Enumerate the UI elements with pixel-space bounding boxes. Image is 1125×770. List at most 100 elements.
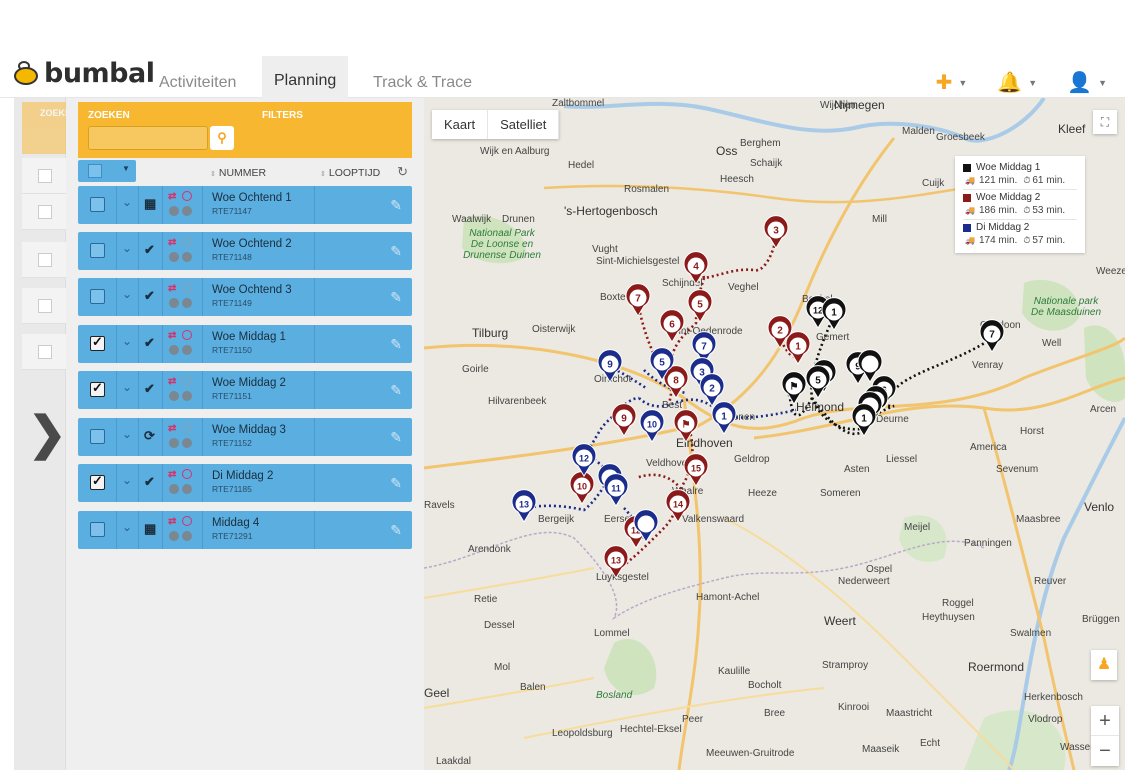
route-icon[interactable] xyxy=(182,283,192,293)
map-type-kaart[interactable]: Kaart xyxy=(432,110,489,139)
stop-marker[interactable]: 15 xyxy=(683,453,709,487)
route-row[interactable]: ⌄ ✔ ⇄ Woe Ochtend 2 RTE71148 ✎ xyxy=(78,232,412,270)
stop-marker[interactable]: 14 xyxy=(665,489,691,523)
chevron-down-icon[interactable]: ⌄ xyxy=(122,195,132,209)
swap-icon[interactable]: ⇄ xyxy=(168,191,176,202)
user-menu[interactable]: 👤 ▼ xyxy=(1067,70,1107,95)
info-icon[interactable] xyxy=(182,391,192,401)
route-row[interactable]: ⌄ ✔ ⇄ Woe Middag 1 RTE71150 ✎ xyxy=(78,325,412,363)
refresh-icon[interactable]: ↻ xyxy=(397,164,408,180)
stop-marker[interactable]: 1 xyxy=(711,401,737,435)
stop-marker[interactable]: 11 xyxy=(603,473,629,507)
route-row[interactable]: ⌄ ✔ ⇄ Di Middag 2 RTE71185 ✎ xyxy=(78,464,412,502)
minus-icon[interactable] xyxy=(169,391,179,401)
stop-marker[interactable]: 9 xyxy=(611,403,637,437)
chevron-down-icon[interactable]: ⌄ xyxy=(122,287,132,301)
tab-planning[interactable]: Planning xyxy=(262,56,349,98)
chevron-down-icon[interactable]: ⌄ xyxy=(122,473,132,487)
stop-marker[interactable]: 13 xyxy=(603,545,629,579)
stop-marker[interactable]: 2 xyxy=(699,373,725,407)
stop-marker[interactable]: ⚑ xyxy=(781,371,807,405)
tab-track-trace[interactable]: Track & Trace xyxy=(361,58,484,98)
chevron-down-icon[interactable]: ⌄ xyxy=(122,334,132,348)
edit-pencil-icon[interactable]: ✎ xyxy=(390,382,402,399)
minus-icon[interactable] xyxy=(169,206,179,216)
stop-marker[interactable]: ⚑ xyxy=(673,409,699,443)
swap-icon[interactable]: ⇄ xyxy=(168,469,176,480)
stop-marker[interactable]: 5 xyxy=(687,289,713,323)
minus-icon[interactable] xyxy=(169,345,179,355)
swap-icon[interactable]: ⇄ xyxy=(168,283,176,294)
stop-marker[interactable]: 3 xyxy=(763,215,789,249)
info-icon[interactable] xyxy=(182,345,192,355)
edit-pencil-icon[interactable]: ✎ xyxy=(390,336,402,353)
edit-pencil-icon[interactable]: ✎ xyxy=(390,475,402,492)
chevron-down-icon[interactable]: ⌄ xyxy=(122,380,132,394)
add-menu[interactable]: ✚ ▼ xyxy=(936,70,968,95)
route-row[interactable]: ⌄ ▦ ⇄ Middag 4 RTE71291 ✎ xyxy=(78,511,412,549)
minus-icon[interactable] xyxy=(169,438,179,448)
stop-marker[interactable]: 1 xyxy=(821,297,847,331)
bumbal-logo[interactable]: bumbal xyxy=(12,58,155,89)
stop-marker[interactable]: 12 xyxy=(571,443,597,477)
swap-icon[interactable]: ⇄ xyxy=(168,237,176,248)
map-type-satelliet[interactable]: Satelliet xyxy=(488,110,560,139)
stop-marker[interactable]: 10 xyxy=(569,471,595,505)
route-row[interactable]: ⌄ ▦ ⇄ Woe Ochtend 1 RTE71147 ✎ xyxy=(78,186,412,224)
stop-marker[interactable]: 5 xyxy=(805,365,831,399)
minus-icon[interactable] xyxy=(169,298,179,308)
tab-activiteiten[interactable]: Activiteiten xyxy=(147,58,248,98)
route-icon[interactable] xyxy=(182,469,192,479)
stop-marker[interactable]: 4 xyxy=(683,251,709,285)
select-all-checkbox[interactable] xyxy=(88,164,102,178)
route-icon[interactable] xyxy=(182,423,192,433)
info-icon[interactable] xyxy=(182,438,192,448)
route-checkbox[interactable] xyxy=(90,473,105,490)
route-row[interactable]: ⌄ ⟳ ⇄ Woe Middag 3 RTE71152 ✎ xyxy=(78,418,412,456)
minus-icon[interactable] xyxy=(169,252,179,262)
swap-icon[interactable]: ⇄ xyxy=(168,516,176,527)
route-checkbox[interactable] xyxy=(90,197,105,212)
route-checkbox[interactable] xyxy=(90,334,105,351)
route-checkbox[interactable] xyxy=(90,380,105,397)
info-icon[interactable] xyxy=(182,531,192,541)
select-all-dropdown[interactable]: ▼ xyxy=(78,160,136,182)
info-icon[interactable] xyxy=(182,298,192,308)
stop-marker[interactable]: 9 xyxy=(597,349,623,383)
stop-marker[interactable]: 1 xyxy=(785,331,811,365)
info-icon[interactable] xyxy=(182,206,192,216)
route-row[interactable]: ⌄ ✔ ⇄ Woe Middag 2 RTE71151 ✎ xyxy=(78,371,412,409)
route-checkbox[interactable] xyxy=(90,289,105,304)
column-number[interactable]: ⇕ NUMMER xyxy=(210,167,266,179)
stop-marker[interactable]: 7 xyxy=(979,319,1005,353)
minus-icon[interactable] xyxy=(169,484,179,494)
stop-marker[interactable]: 6 xyxy=(659,309,685,343)
expand-panel-chevron-icon[interactable]: ❯ xyxy=(28,410,67,456)
stop-marker[interactable]: 1 xyxy=(851,403,877,437)
swap-icon[interactable]: ⇄ xyxy=(168,376,176,387)
route-checkbox[interactable] xyxy=(90,429,105,444)
route-checkbox[interactable] xyxy=(90,243,105,258)
edit-pencil-icon[interactable]: ✎ xyxy=(390,197,402,214)
route-icon[interactable] xyxy=(182,376,192,386)
zoom-out-button[interactable]: − xyxy=(1091,736,1119,766)
zoom-in-button[interactable]: + xyxy=(1091,706,1119,736)
map-view[interactable]: Nijmegen Oss Kleef Malden Groesbeek Wijc… xyxy=(424,98,1125,770)
edit-pencil-icon[interactable]: ✎ xyxy=(390,243,402,260)
route-icon[interactable] xyxy=(182,516,192,526)
route-icon[interactable] xyxy=(182,191,192,201)
stop-marker[interactable]: 7 xyxy=(625,283,651,317)
route-icon[interactable] xyxy=(182,330,192,340)
street-view-pegman-icon[interactable]: ♟ xyxy=(1091,650,1117,680)
route-icon[interactable] xyxy=(182,237,192,247)
stop-marker[interactable]: 13 xyxy=(511,489,537,523)
minus-icon[interactable] xyxy=(169,531,179,541)
info-icon[interactable] xyxy=(182,252,192,262)
edit-pencil-icon[interactable]: ✎ xyxy=(390,522,402,539)
edit-pencil-icon[interactable]: ✎ xyxy=(390,289,402,306)
search-icon[interactable]: ⚲ xyxy=(210,126,234,150)
edit-pencil-icon[interactable]: ✎ xyxy=(390,429,402,446)
notifications-menu[interactable]: 🔔 ▼ xyxy=(997,70,1037,95)
swap-icon[interactable]: ⇄ xyxy=(168,330,176,341)
stop-marker[interactable]: 10 xyxy=(639,409,665,443)
